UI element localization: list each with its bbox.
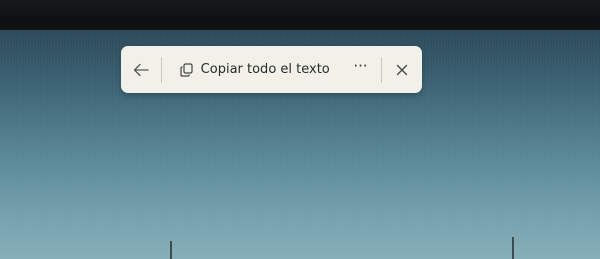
antenna-silhouette: [512, 237, 514, 259]
text-actions-toolbar: Copiar todo el texto ···: [121, 46, 422, 93]
copy-all-text-label: Copiar todo el texto: [200, 62, 330, 77]
more-options-button[interactable]: ···: [340, 46, 382, 93]
close-button[interactable]: [382, 46, 422, 93]
antenna-silhouette: [170, 241, 172, 259]
back-button[interactable]: [121, 46, 161, 93]
photo-of-screen: Copiar todo el texto ···: [0, 0, 600, 259]
close-icon: [396, 64, 408, 76]
copy-icon: [180, 62, 193, 77]
more-options-icon: ···: [353, 57, 368, 75]
copy-all-text-button[interactable]: Copiar todo el texto: [162, 46, 340, 93]
arrow-left-icon: [133, 63, 149, 77]
monitor-bezel: [0, 0, 600, 30]
